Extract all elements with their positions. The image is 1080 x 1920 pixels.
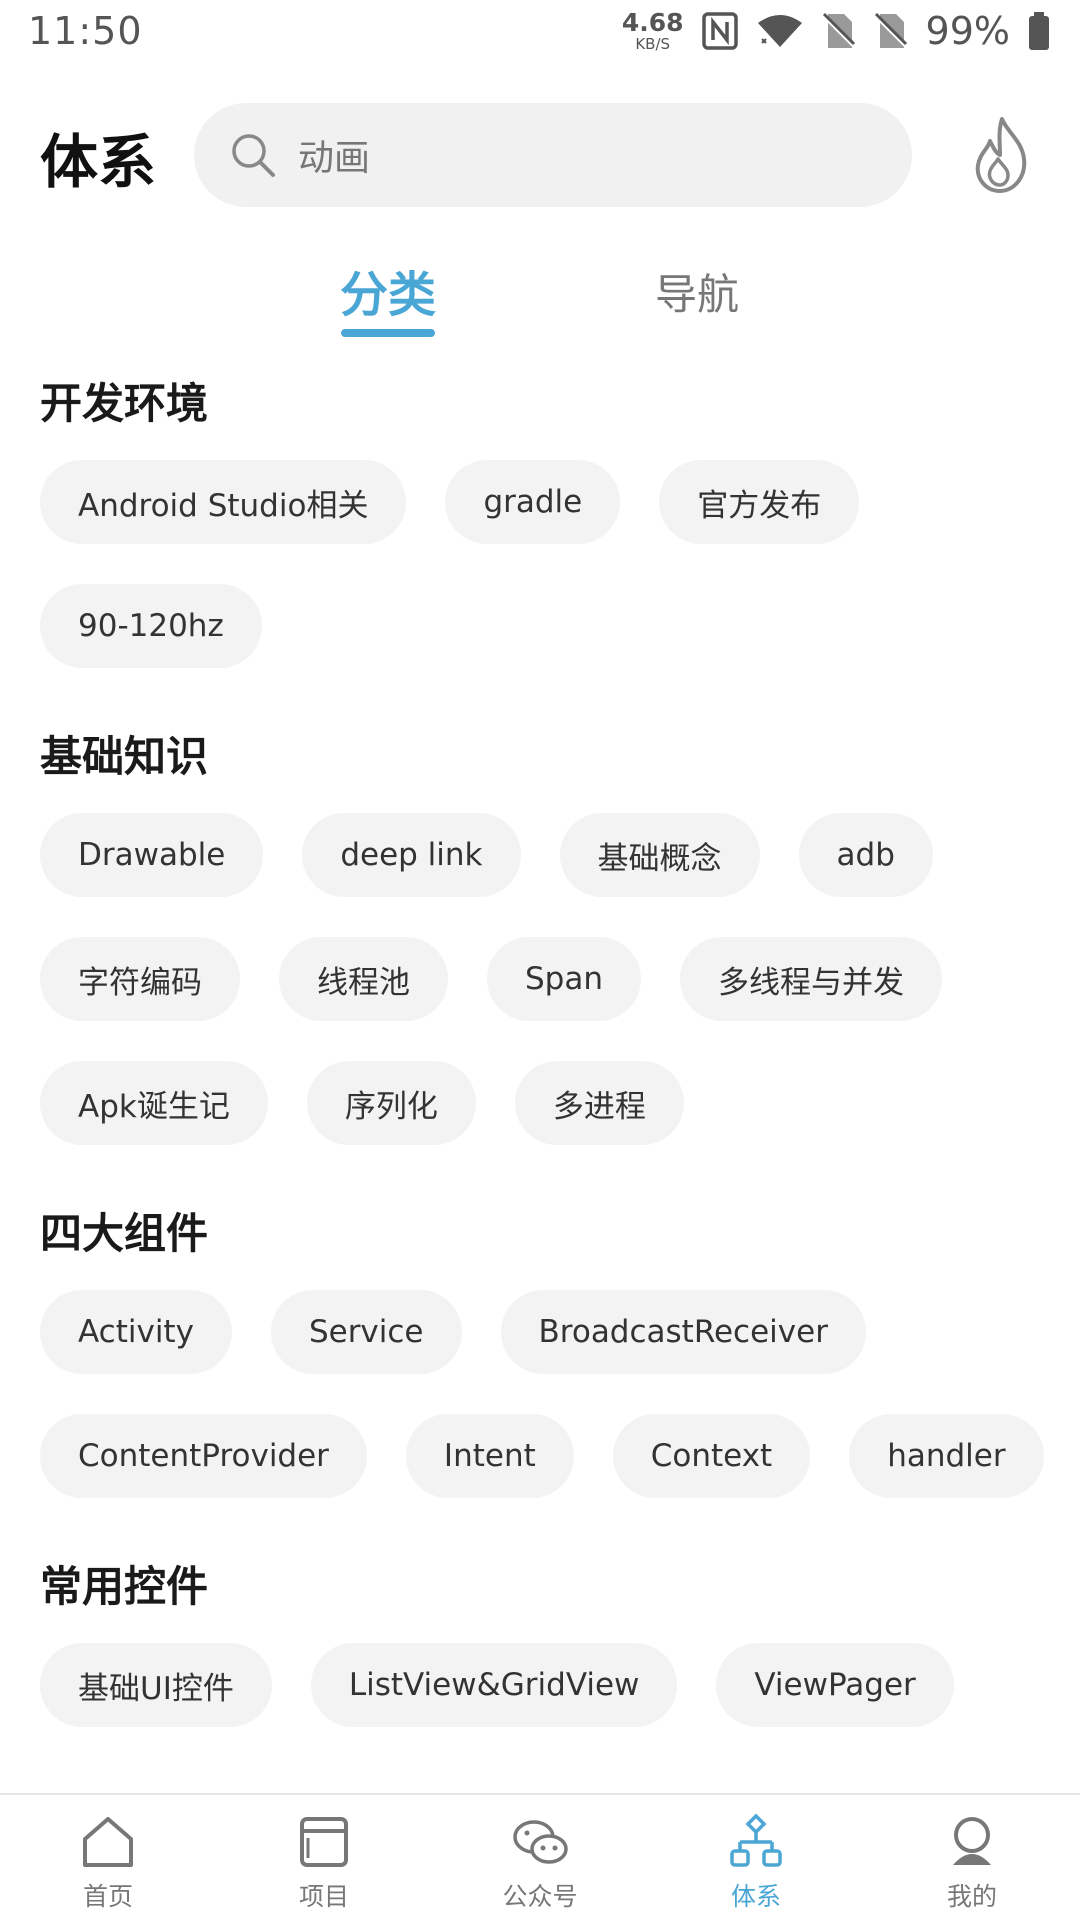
category-chip[interactable]: Span [487, 937, 641, 1021]
nav-home[interactable]: 首页 [0, 1795, 216, 1920]
category-chip[interactable]: 多进程 [514, 1061, 684, 1145]
category-chip[interactable]: 90-120hz [40, 584, 262, 668]
search-icon [232, 134, 275, 177]
category-chip[interactable]: 序列化 [306, 1061, 476, 1145]
nav-label: 项目 [298, 1882, 349, 1911]
chip-group: Android Studio相关 gradle 官方发布 90-120hz [40, 460, 1060, 668]
tab-navigation[interactable]: 导航 [655, 261, 739, 322]
nav-label: 公众号 [502, 1882, 578, 1911]
nav-project[interactable]: 项目 [216, 1795, 432, 1920]
category-chip[interactable]: 字符编码 [40, 937, 240, 1021]
bottom-nav: 首页 项目 公众号 体系 我的 [0, 1793, 1080, 1920]
status-time: 11:50 [28, 9, 143, 53]
category-chip[interactable]: 线程池 [279, 937, 448, 1021]
search-bar[interactable]: 动画 [194, 103, 912, 207]
nav-wechat[interactable]: 公众号 [432, 1795, 648, 1920]
category-chip[interactable]: 基础UI控件 [40, 1643, 272, 1727]
network-speed-unit: KB/S [635, 35, 671, 53]
category-chip[interactable]: Service [270, 1290, 462, 1374]
project-icon [300, 1817, 348, 1867]
category-chip[interactable]: Android Studio相关 [40, 460, 407, 544]
section: 四大组件 Activity Service BroadcastReceiver … [40, 1200, 1060, 1498]
status-bar: 11:50 4.68 KB/S 99% [0, 0, 1080, 62]
battery-percent: 99% [925, 9, 1010, 53]
chip-group: 基础UI控件 ListView&GridView ViewPager [40, 1643, 1060, 1727]
category-chip[interactable]: BroadcastReceiver [500, 1290, 866, 1374]
category-chip[interactable]: Activity [40, 1290, 232, 1374]
category-chip[interactable]: Drawable [40, 813, 264, 897]
section-title: 四大组件 [40, 1209, 209, 1258]
battery-icon [1028, 12, 1050, 50]
tree-icon [730, 1813, 782, 1867]
category-chip[interactable]: 多线程与并发 [680, 937, 942, 1021]
category-chip[interactable]: ListView&GridView [310, 1643, 678, 1727]
category-chip[interactable]: Context [612, 1414, 811, 1498]
category-chip[interactable]: Intent [405, 1414, 574, 1498]
nav-label: 我的 [946, 1882, 997, 1911]
network-speed-value: 4.68 [621, 8, 684, 37]
no-sim-icon [874, 12, 908, 50]
profile-icon [953, 1817, 991, 1865]
category-chip[interactable]: deep link [302, 813, 521, 897]
search-placeholder: 动画 [298, 138, 371, 179]
network-speed: 4.68 KB/S [622, 10, 684, 52]
nav-label: 体系 [730, 1882, 781, 1911]
section: 基础知识 Drawable deep link 基础概念 adb 字符编码 线程… [40, 723, 1060, 1145]
category-list[interactable]: 开发环境 Android Studio相关 gradle 官方发布 90-120… [40, 370, 1060, 1790]
no-sim-icon [822, 12, 856, 50]
chip-group: Activity Service BroadcastReceiver Conte… [40, 1290, 1060, 1498]
nav-profile[interactable]: 我的 [864, 1795, 1080, 1920]
wifi-icon [756, 13, 804, 49]
home-icon [83, 1817, 133, 1867]
section-title: 常用控件 [40, 1562, 209, 1611]
category-chip[interactable]: Apk诞生记 [40, 1061, 268, 1145]
section-title: 基础知识 [40, 732, 209, 781]
section: 开发环境 Android Studio相关 gradle 官方发布 90-120… [40, 370, 1060, 668]
fire-icon[interactable] [968, 115, 1036, 195]
category-chip[interactable]: handler [849, 1414, 1044, 1498]
tab-category[interactable]: 分类 [340, 255, 436, 325]
tab-indicator [341, 329, 435, 337]
wechat-icon [513, 1820, 568, 1864]
nav-system[interactable]: 体系 [648, 1795, 864, 1920]
page-title: 体系 [40, 128, 157, 196]
category-chip[interactable]: 官方发布 [659, 460, 860, 544]
section-title: 开发环境 [40, 379, 209, 428]
nav-label: 首页 [82, 1882, 133, 1911]
nfc-icon [701, 12, 738, 50]
status-icons: 4.68 KB/S 99% [622, 9, 1050, 53]
header: 体系 动画 [0, 95, 1080, 215]
tab-bar: 分类 导航 [0, 255, 1080, 340]
category-chip[interactable]: ViewPager [716, 1643, 954, 1727]
category-chip[interactable]: ContentProvider [40, 1414, 367, 1498]
category-chip[interactable]: 基础概念 [559, 813, 760, 897]
category-chip[interactable]: gradle [445, 460, 621, 544]
chip-group: Drawable deep link 基础概念 adb 字符编码 线程池 Spa… [40, 813, 1060, 1145]
section: 常用控件 基础UI控件 ListView&GridView ViewPager [40, 1553, 1060, 1727]
category-chip[interactable]: adb [798, 813, 933, 897]
